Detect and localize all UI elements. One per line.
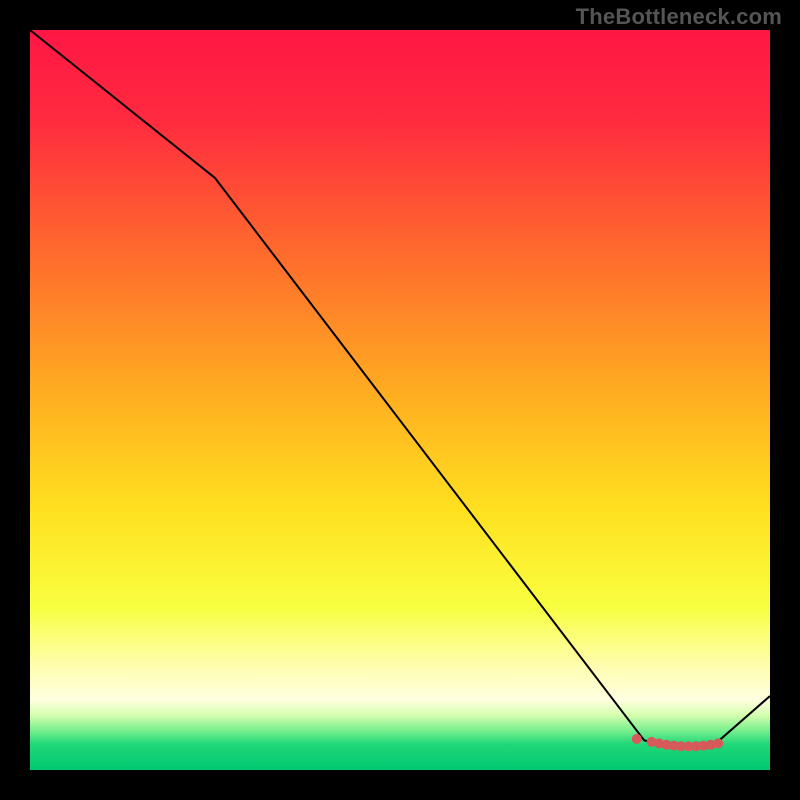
chart-svg: [30, 30, 770, 770]
watermark-label: TheBottleneck.com: [576, 4, 782, 30]
chart-frame: TheBottleneck.com: [0, 0, 800, 800]
plot-area: [30, 30, 770, 770]
marker-dot: [632, 734, 642, 744]
marker-dot: [713, 738, 723, 748]
gradient-rect: [30, 30, 770, 770]
